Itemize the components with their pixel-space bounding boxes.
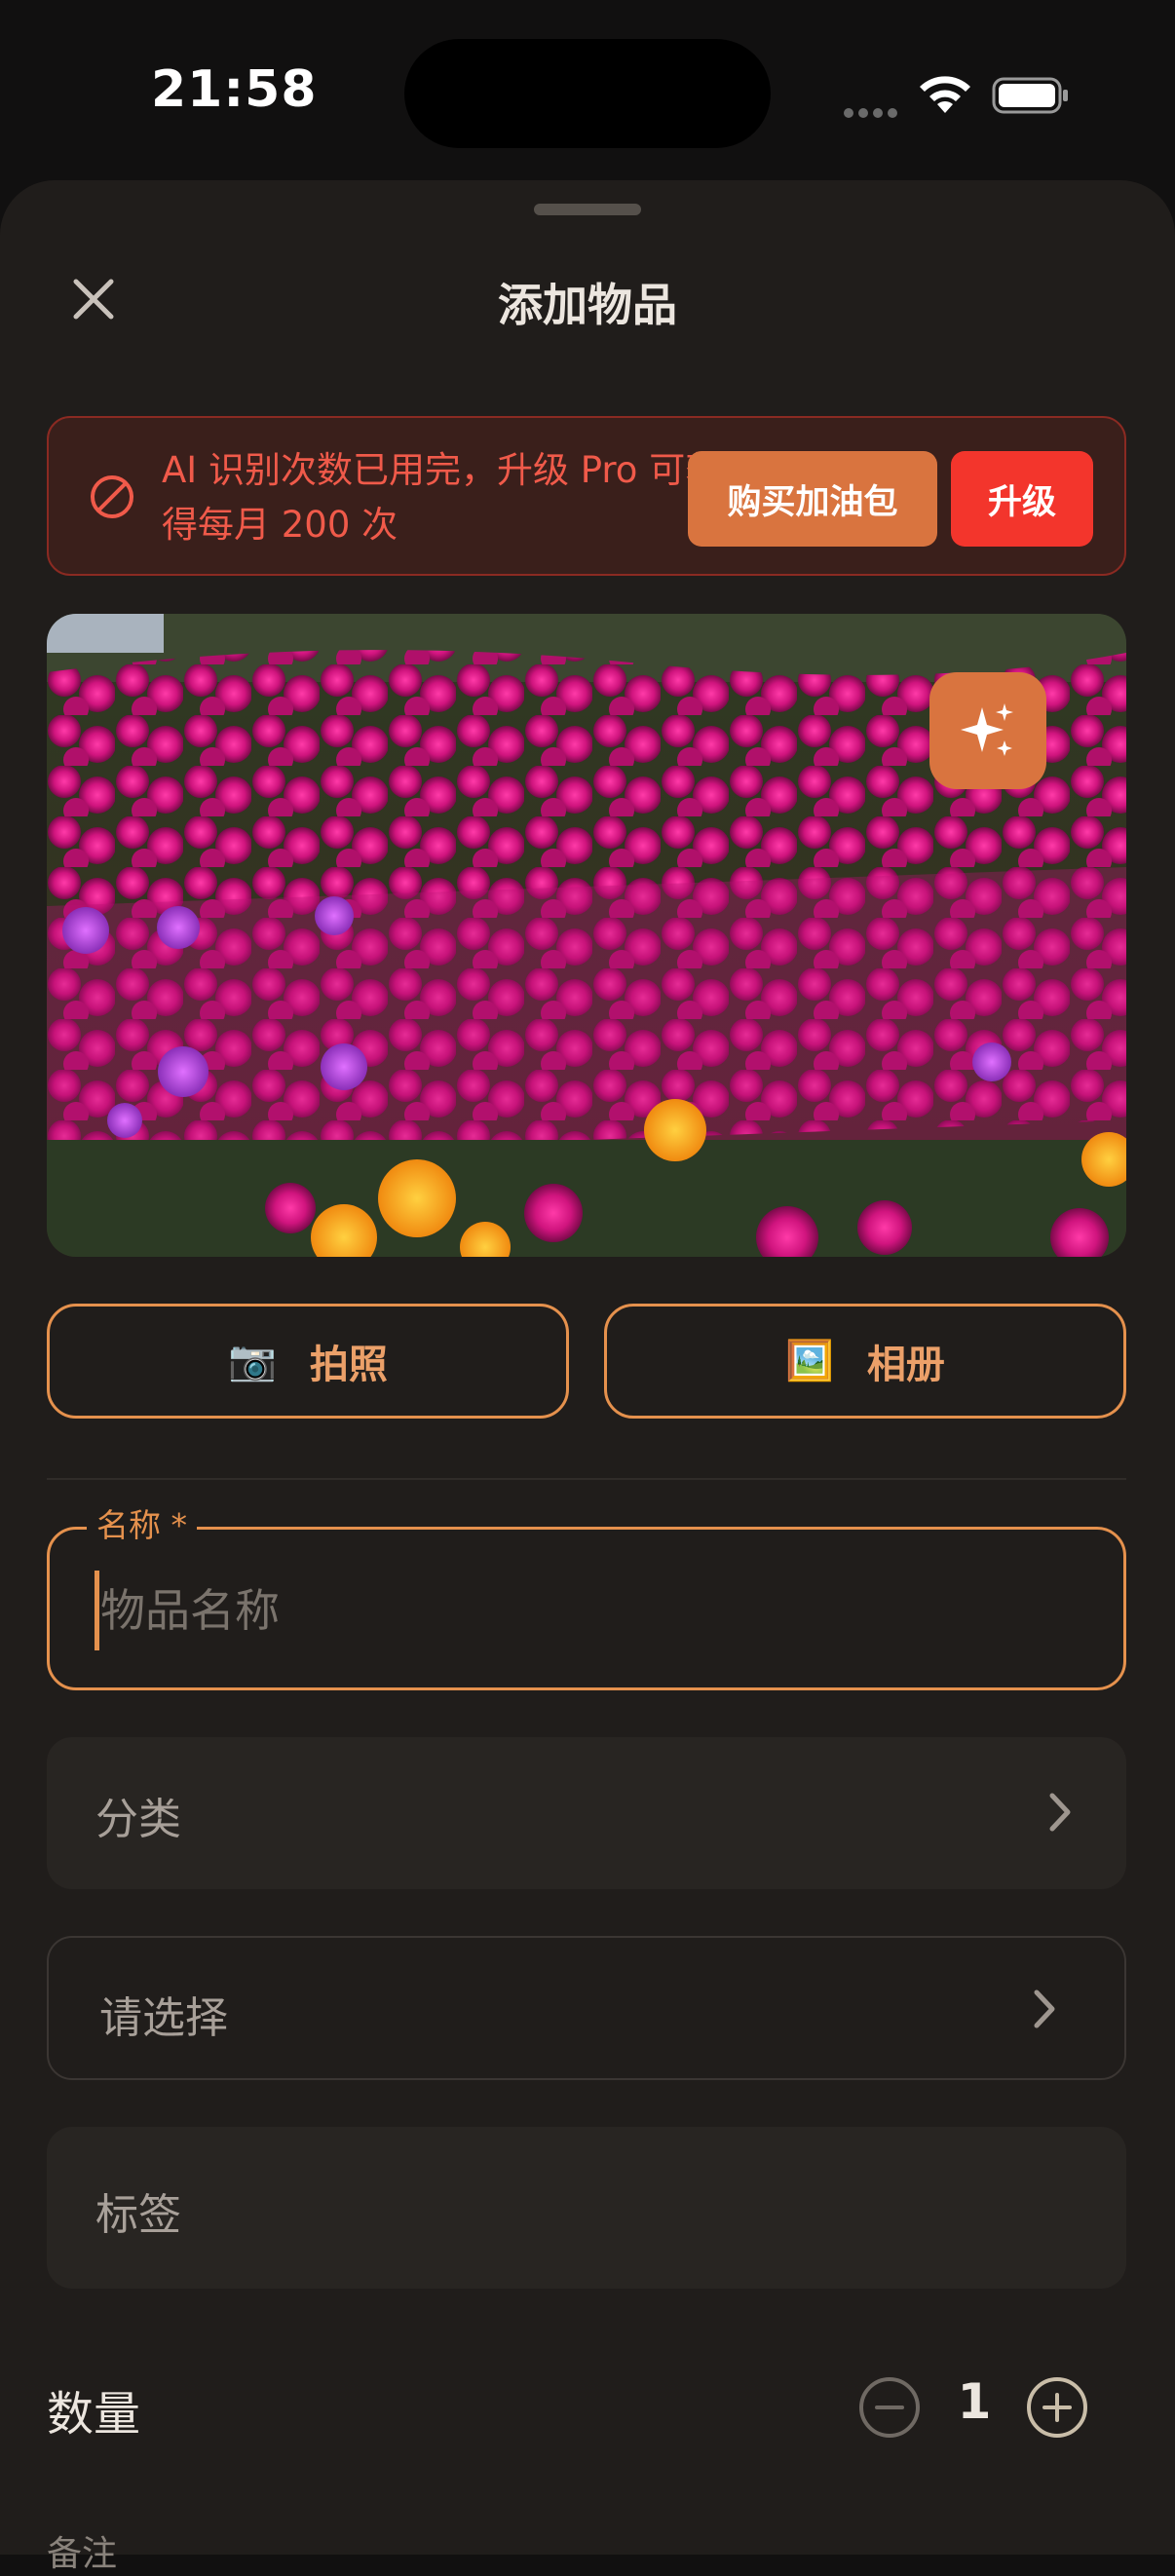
take-photo-button[interactable]: 📷 拍照 xyxy=(47,1304,569,1419)
tags-field[interactable]: 标签 xyxy=(47,2127,1126,2289)
status-bar: 21:58 xyxy=(0,0,1175,185)
notes-label: 备注 xyxy=(47,2534,118,2574)
battery-icon xyxy=(992,77,1068,114)
dynamic-island xyxy=(404,39,771,148)
upgrade-button[interactable]: 升级 xyxy=(951,451,1093,547)
wifi-icon xyxy=(920,76,970,113)
decrement-button[interactable] xyxy=(857,2375,922,2440)
buy-boost-pack-button[interactable]: 购买加油包 xyxy=(688,451,937,547)
signal-icon xyxy=(844,103,902,118)
prohibited-icon xyxy=(91,475,133,518)
name-field-label: 名称 * xyxy=(87,1502,197,1549)
text-caret xyxy=(95,1571,99,1650)
quantity-label: 数量 xyxy=(47,2387,141,2442)
ai-quota-banner: AI 识别次数已用完，升级 Pro 可获得每月 200 次 购买加油包 升级 xyxy=(47,416,1126,576)
status-time: 21:58 xyxy=(151,60,318,119)
quantity-value: 1 xyxy=(957,2373,992,2430)
camera-icon: 📷 xyxy=(228,1339,277,1383)
name-field[interactable]: 名称 * xyxy=(47,1502,1126,1690)
sparkles-icon xyxy=(961,703,1013,756)
increment-button[interactable] xyxy=(1025,2375,1089,2440)
category-select[interactable]: 请选择 xyxy=(47,1936,1126,2080)
add-item-sheet: 添加物品 AI 识别次数已用完，升级 Pro 可获得每月 200 次 购买加油包… xyxy=(0,180,1175,2555)
take-photo-label: 拍照 xyxy=(309,1343,388,1387)
category-label: 分类 xyxy=(95,1795,181,1844)
tags-label: 标签 xyxy=(95,2190,181,2240)
photo-album-label: 相册 xyxy=(866,1343,945,1387)
divider xyxy=(47,1478,1126,1480)
page-title: 添加物品 xyxy=(498,279,677,331)
chevron-right-icon xyxy=(1034,1989,1055,2028)
picture-icon: 🖼️ xyxy=(785,1339,834,1383)
photo-album-button[interactable]: 🖼️ 相册 xyxy=(604,1304,1126,1419)
banner-message: AI 识别次数已用完，升级 Pro 可获得每月 200 次 xyxy=(162,449,722,546)
ai-recognize-button[interactable] xyxy=(929,672,1046,789)
name-input[interactable] xyxy=(98,1569,1057,1652)
chevron-right-icon xyxy=(1049,1793,1071,1832)
category-row[interactable]: 分类 xyxy=(47,1737,1126,1889)
sheet-grabber[interactable] xyxy=(534,204,641,215)
select-placeholder: 请选择 xyxy=(99,1993,228,2043)
